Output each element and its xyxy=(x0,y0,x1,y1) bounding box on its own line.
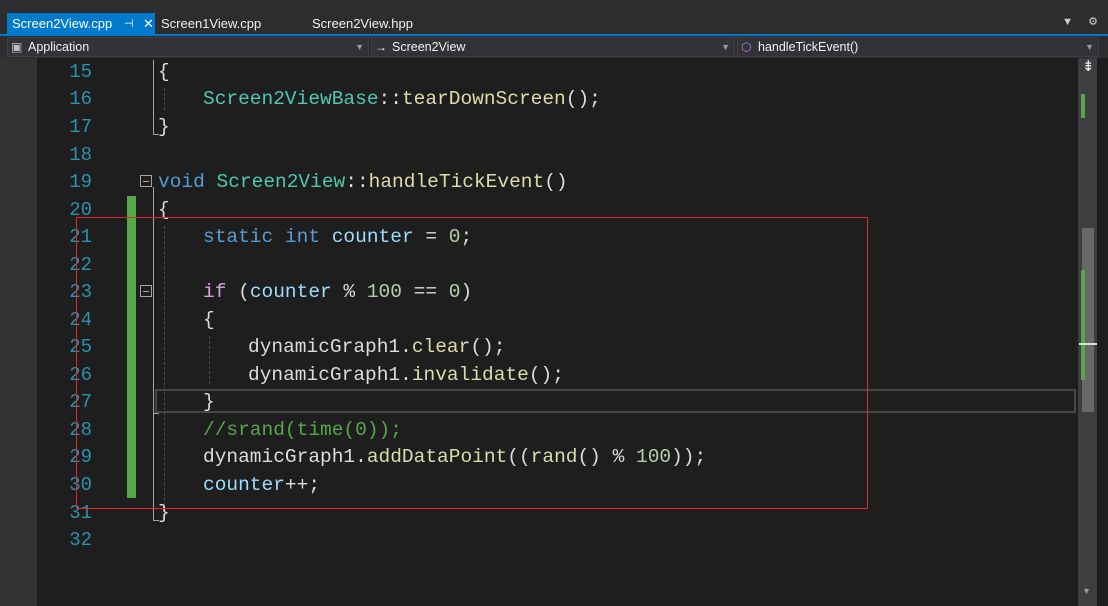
outline-line xyxy=(153,60,154,134)
tab-screen2view-cpp[interactable]: Screen2View.cpp ⊣ ✕ xyxy=(7,13,155,35)
split-window-icon[interactable]: ⇟ xyxy=(1082,57,1095,75)
line-number: 19 xyxy=(69,171,92,193)
code-line-15: { xyxy=(158,59,170,86)
document-tab-bar: Screen2View.cpp ⊣ ✕ Screen1View.cpp Scre… xyxy=(0,0,1108,36)
pin-icon[interactable]: ⊣ xyxy=(124,13,134,35)
type-name: Screen2View xyxy=(216,171,346,193)
close-icon[interactable]: ✕ xyxy=(143,13,154,35)
punctuation: () xyxy=(544,171,568,193)
code-line-17: } xyxy=(158,114,170,141)
tab-label: Screen1View.cpp xyxy=(161,16,262,31)
chevron-down-icon: ▼ xyxy=(1085,42,1094,52)
keyword: void xyxy=(158,171,205,193)
highlight-annotation-box xyxy=(76,217,868,509)
project-label: Application xyxy=(28,40,90,54)
chevron-down-icon[interactable]: ▼ xyxy=(1062,16,1073,28)
project-dropdown[interactable]: ▣ Application ▼ xyxy=(7,37,369,57)
scope-dropdown[interactable]: → Screen2View ▼ xyxy=(371,37,735,57)
caret-position-marker xyxy=(1079,343,1097,345)
tab-screen2view-hpp[interactable]: Screen2View.hpp xyxy=(312,13,413,35)
project-icon: ▣ xyxy=(11,40,23,54)
scroll-change-marker xyxy=(1081,270,1085,380)
type-name: Screen2ViewBase xyxy=(203,88,379,110)
glyph-margin xyxy=(0,58,37,606)
tab-tools: ▼ ⚙ xyxy=(1050,15,1098,28)
member-label: handleTickEvent() xyxy=(758,40,859,54)
function-name: handleTickEvent xyxy=(368,171,545,193)
brace: { xyxy=(158,61,170,83)
line-number: 16 xyxy=(69,88,92,110)
navigation-bar: ▣ Application ▼ → Screen2View ▼ ⬡ handle… xyxy=(0,36,1108,58)
function-name: tearDownScreen xyxy=(401,88,566,110)
code-editor[interactable]: 15 16 17 18 19 20 21 22 23 24 25 26 27 2… xyxy=(0,58,1108,606)
tab-screen1view-cpp[interactable]: Screen1View.cpp xyxy=(161,13,261,35)
gear-icon[interactable]: ⚙ xyxy=(1088,16,1098,28)
scope-label: Screen2View xyxy=(392,40,466,54)
code-line-19: void Screen2View::handleTickEvent() xyxy=(158,169,568,196)
scroll-change-marker xyxy=(1081,94,1085,118)
line-number: 32 xyxy=(69,529,92,551)
member-dropdown[interactable]: ⬡ handleTickEvent() ▼ xyxy=(737,37,1099,57)
line-number: 17 xyxy=(69,116,92,138)
scope-operator: :: xyxy=(378,88,402,110)
method-cube-icon: ⬡ xyxy=(741,40,752,54)
scroll-down-icon[interactable]: ▼ xyxy=(1082,586,1091,596)
tab-label: Screen2View.hpp xyxy=(312,16,413,31)
line-number: 18 xyxy=(69,144,92,166)
collapse-handletickevent-button[interactable] xyxy=(140,175,152,187)
code-line-16: Screen2ViewBase::tearDownScreen(); xyxy=(203,86,601,113)
brace: } xyxy=(158,116,170,138)
line-number: 15 xyxy=(69,61,92,83)
tab-label: Screen2View.cpp xyxy=(12,16,113,31)
indent-guide xyxy=(164,88,165,110)
punctuation: (); xyxy=(565,88,601,110)
chevron-down-icon: ▼ xyxy=(721,42,730,52)
arrow-right-icon: → xyxy=(375,40,387,54)
chevron-down-icon: ▼ xyxy=(355,42,364,52)
scope-operator: :: xyxy=(345,171,369,193)
